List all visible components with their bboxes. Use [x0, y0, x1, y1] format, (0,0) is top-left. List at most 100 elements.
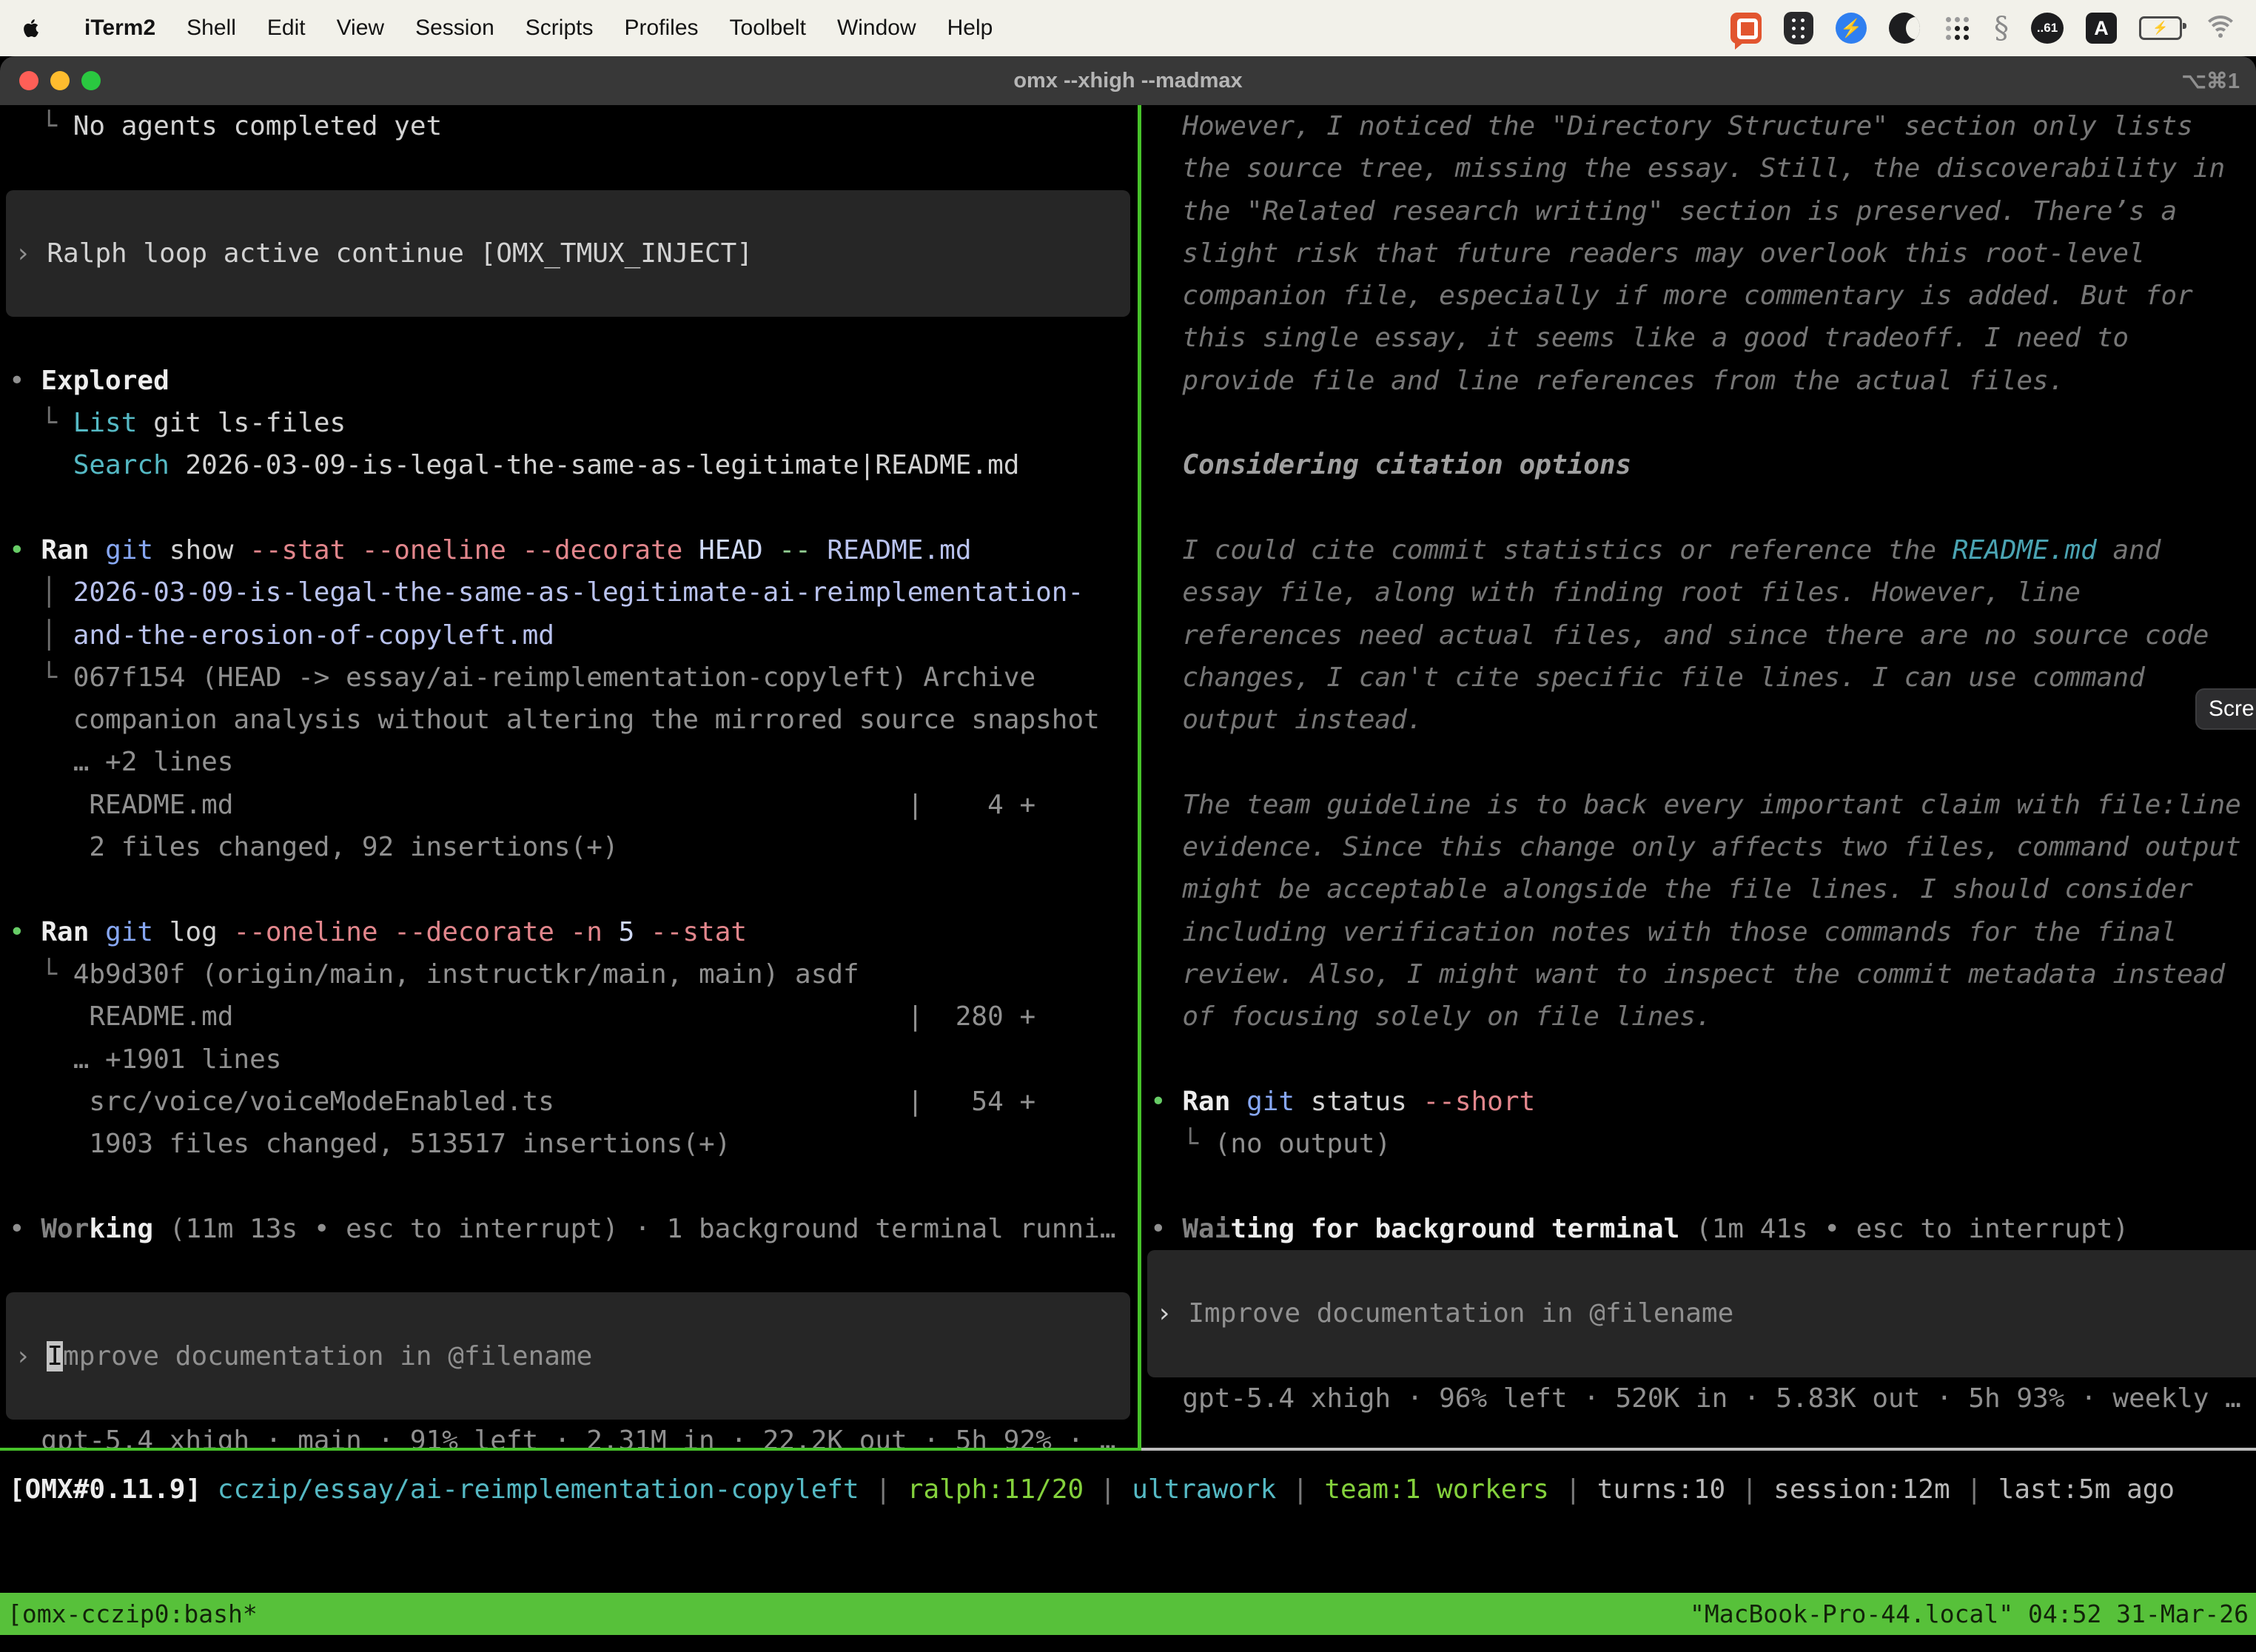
terminal-line: I could cite commit statistics or refere…	[1150, 529, 2256, 571]
terminal-line: • Waiting for background terminal (1m 41…	[1150, 1208, 2256, 1250]
menu-item-profiles[interactable]: Profiles	[624, 16, 698, 41]
terminal-line: "MacBook-Pro-44.local" 04:52 31-Mar-26	[1690, 1593, 2249, 1635]
terminal-line: [OMX#0.11.9] cczip/essay/ai-reimplementa…	[9, 1468, 2256, 1511]
terminal-line	[15, 1377, 1130, 1420]
badge-61-icon[interactable]: ..61	[2031, 13, 2064, 44]
terminal-line	[1150, 741, 2256, 783]
terminal-line: essay file, along with finding root file…	[1150, 571, 2256, 614]
terminal-line: companion file, especially if more comme…	[1150, 275, 2256, 317]
menu-item-scripts[interactable]: Scripts	[526, 16, 594, 41]
chat-app-icon[interactable]	[1730, 13, 1762, 44]
terminal-line: this single essay, it seems like a good …	[1150, 317, 2256, 359]
window-shortcut-badge: ⌥⌘1	[2181, 68, 2240, 94]
terminal-line: references need actual files, and since …	[1150, 614, 2256, 657]
terminal-line: › Ralph loop active continue [OMX_TMUX_I…	[15, 232, 1130, 275]
terminal-line	[9, 317, 1138, 359]
terminal-line: └ List git ls-files	[9, 402, 1138, 444]
terminal-line	[15, 275, 1130, 317]
terminal-line: • Explored	[9, 360, 1138, 402]
prompt-input[interactable]: › Improve documentation in @filename	[1147, 1250, 2256, 1377]
menu-item-toolbelt[interactable]: Toolbelt	[730, 16, 806, 41]
omx-status-line: [OMX#0.11.9] cczip/essay/ai-reimplementa…	[0, 1468, 2256, 1511]
right-pane[interactable]: However, I noticed the "Directory Struct…	[1141, 105, 2256, 1448]
terminal-line: provide file and line references from th…	[1150, 360, 2256, 402]
tmux-session-label[interactable]: [omx-cczip0:bash*	[7, 1593, 258, 1635]
menu-item-session[interactable]: Session	[415, 16, 494, 41]
terminal-line	[1150, 402, 2256, 444]
terminal-line	[15, 190, 1130, 232]
terminal-line: • Ran git log --oneline --decorate -n 5 …	[9, 911, 1138, 953]
terminal-line	[1156, 1335, 2256, 1377]
terminal-line: README.md | 280 +	[9, 995, 1138, 1038]
terminal-line: The team guideline is to back every impo…	[1150, 784, 2256, 826]
terminal-line: changes, I can't cite specific file line…	[1150, 657, 2256, 699]
terminal-line	[9, 147, 1138, 189]
terminal-line: the source tree, missing the essay. Stil…	[1150, 147, 2256, 189]
terminal-line: evidence. Since this change only affects…	[1150, 826, 2256, 868]
crescent-icon[interactable]	[1889, 13, 1920, 44]
terminal-line: of focusing solely on file lines.	[1150, 995, 2256, 1038]
terminal-line: companion analysis without altering the …	[9, 699, 1138, 741]
left-pane-bottom-border	[0, 1448, 1138, 1451]
prompt-input[interactable]: › Improve documentation in @filename	[6, 1292, 1130, 1420]
terminal-line: output instead.	[1150, 699, 2256, 741]
terminal-line: including verification notes with those …	[1150, 911, 2256, 953]
wifi-icon[interactable]	[2204, 16, 2237, 41]
terminal-line: └ 067f154 (HEAD -> essay/ai-reimplementa…	[9, 657, 1138, 699]
terminal-line: slight risk that future readers may over…	[1150, 232, 2256, 275]
terminal-line: 2 files changed, 92 insertions(+)	[9, 826, 1138, 868]
dots-grid-icon[interactable]	[1942, 13, 1972, 43]
terminal-line	[9, 1250, 1138, 1292]
terminal-line: 1903 files changed, 513517 insertions(+)	[9, 1123, 1138, 1165]
menu-item-edit[interactable]: Edit	[267, 16, 306, 41]
battery-icon[interactable]: ⚡	[2139, 16, 2182, 40]
terminal-line: › Improve documentation in @filename	[15, 1335, 1130, 1377]
menu-item-shell[interactable]: Shell	[187, 16, 236, 41]
squiggle-icon[interactable]: §	[1994, 11, 2009, 45]
tmux-status-bar: [omx-cczip0:bash* "MacBook-Pro-44.local"…	[0, 1593, 2256, 1635]
menu-item-help[interactable]: Help	[947, 16, 993, 41]
menu-item-view[interactable]: View	[337, 16, 384, 41]
menu-item-window[interactable]: Window	[837, 16, 916, 41]
terminal-line: │ and-the-erosion-of-copyleft.md	[9, 614, 1138, 657]
terminal-line: Considering citation options	[1150, 444, 2256, 486]
terminal-line: src/voice/voiceModeEnabled.ts | 54 +	[9, 1081, 1138, 1123]
terminal-line: review. Also, I might want to inspect th…	[1150, 953, 2256, 995]
menu-item-iterm2[interactable]: iTerm2	[84, 16, 155, 41]
terminal-line: gpt-5.4 xhigh · 96% left · 520K in · 5.8…	[1150, 1377, 2256, 1420]
terminal-line: │ 2026-03-09-is-legal-the-same-as-legiti…	[9, 571, 1138, 614]
terminal-line	[1150, 1038, 2256, 1081]
terminal-line	[9, 1165, 1138, 1207]
terminal-line: [omx-cczip0:bash*	[7, 1593, 258, 1635]
terminal-line: README.md | 4 +	[9, 784, 1138, 826]
terminal-line	[1156, 1250, 2256, 1292]
terminal-line: └ 4b9d30f (origin/main, instructkr/main,…	[9, 953, 1138, 995]
window-titlebar[interactable]: omx --xhigh --madmax ⌥⌘1	[0, 56, 2256, 105]
keypad-shield-icon[interactable]	[1784, 12, 1813, 44]
terminal-line: However, I noticed the "Directory Struct…	[1150, 105, 2256, 147]
terminal-line: • Ran git show --stat --oneline --decora…	[9, 529, 1138, 571]
terminal-line: └ (no output)	[1150, 1123, 2256, 1165]
terminal-line	[9, 868, 1138, 910]
screen-share-overlay[interactable]: Scre	[2195, 688, 2256, 730]
bolt-badge-icon[interactable]: ⚡	[1836, 13, 1867, 44]
terminal-line	[1150, 1165, 2256, 1207]
terminal-line: • Working (11m 13s • esc to interrupt) ·…	[9, 1208, 1138, 1250]
terminal-line	[15, 1292, 1130, 1334]
menu-bar: iTerm2 Shell Edit View Session Scripts Profile…	[0, 0, 2256, 56]
terminal-line: gpt-5.4 xhigh · main · 91% left · 2.31M …	[9, 1420, 1138, 1448]
window-title: omx --xhigh --madmax	[0, 69, 2256, 93]
menu-items: iTerm2 Shell Edit View Session Scripts Profile…	[53, 16, 993, 41]
terminal-line	[1150, 487, 2256, 529]
a-key-icon[interactable]: A	[2086, 13, 2117, 44]
terminal-line: Search 2026-03-09-is-legal-the-same-as-l…	[9, 444, 1138, 486]
terminal-line: … +2 lines	[9, 741, 1138, 783]
apple-icon[interactable]	[21, 13, 46, 43]
terminal-line: • Ran git status --short	[1150, 1081, 2256, 1123]
terminal-line: › Improve documentation in @filename	[1156, 1292, 2256, 1334]
terminal-line: might be acceptable alongside the file l…	[1150, 868, 2256, 910]
terminal-line: the "Related research writing" section i…	[1150, 190, 2256, 232]
terminal-line: … +1901 lines	[9, 1038, 1138, 1081]
tmux-host-clock: "MacBook-Pro-44.local" 04:52 31-Mar-26	[1690, 1593, 2249, 1635]
left-pane[interactable]: └ No agents completed yet› Ralph loop ac…	[0, 105, 1138, 1448]
